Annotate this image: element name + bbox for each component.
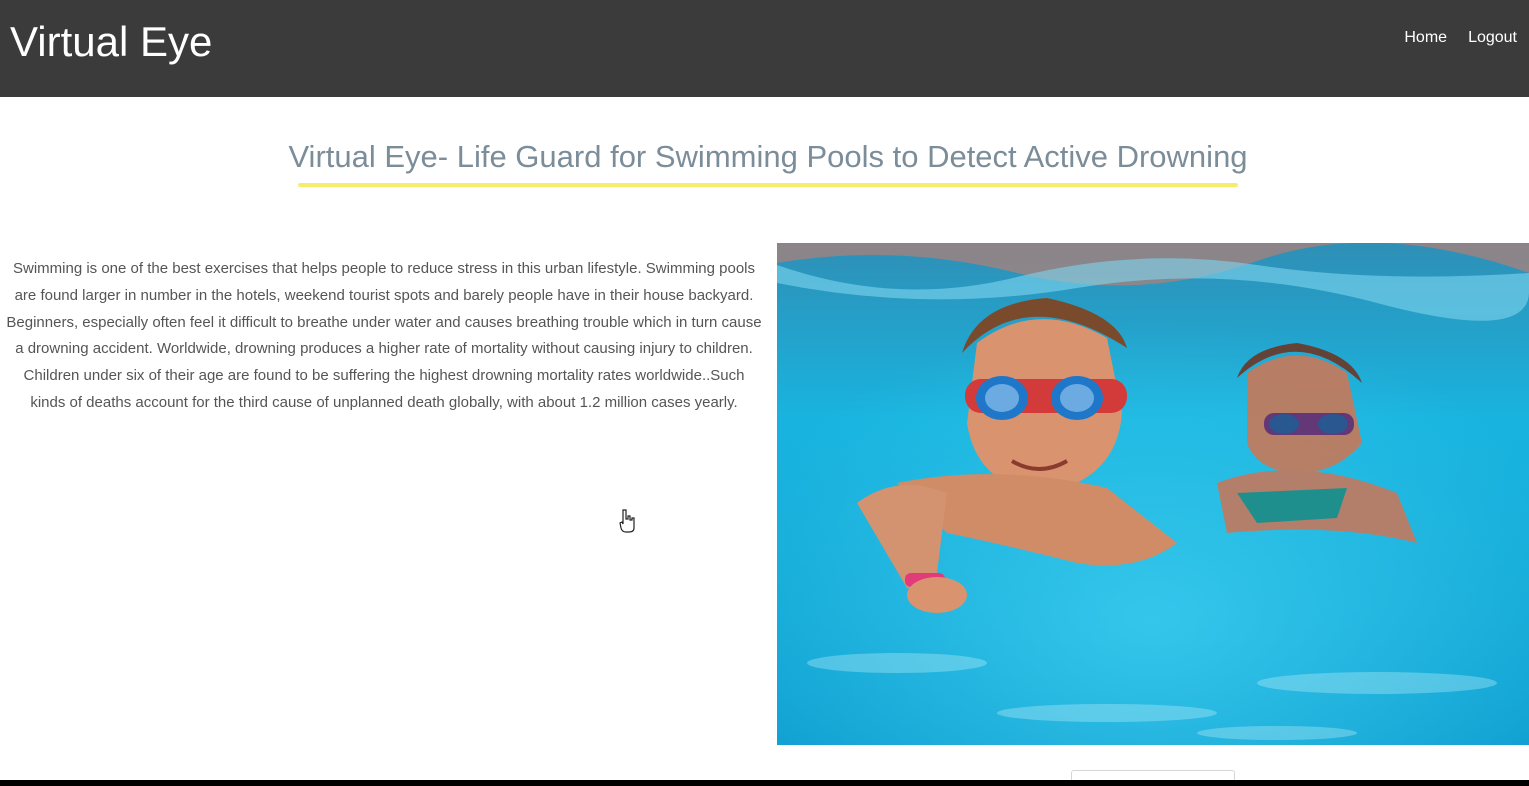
intro-paragraph: Swimming is one of the best exercises th… xyxy=(6,260,762,411)
swimming-children-image xyxy=(777,243,1529,745)
page-title: Virtual Eye- Life Guard for Swimming Poo… xyxy=(288,139,1248,174)
nav-links: Home Logout xyxy=(1404,26,1517,50)
nav-logout-link[interactable]: Logout xyxy=(1468,26,1517,50)
top-navbar: Virtual Eye Home Logout xyxy=(0,0,1529,97)
title-underline xyxy=(298,183,1238,187)
brand-logo-text[interactable]: Virtual Eye xyxy=(10,16,212,68)
hand-cursor-icon xyxy=(617,508,637,534)
bottom-edge-bar xyxy=(0,780,1529,786)
nav-home-link[interactable]: Home xyxy=(1404,26,1447,50)
